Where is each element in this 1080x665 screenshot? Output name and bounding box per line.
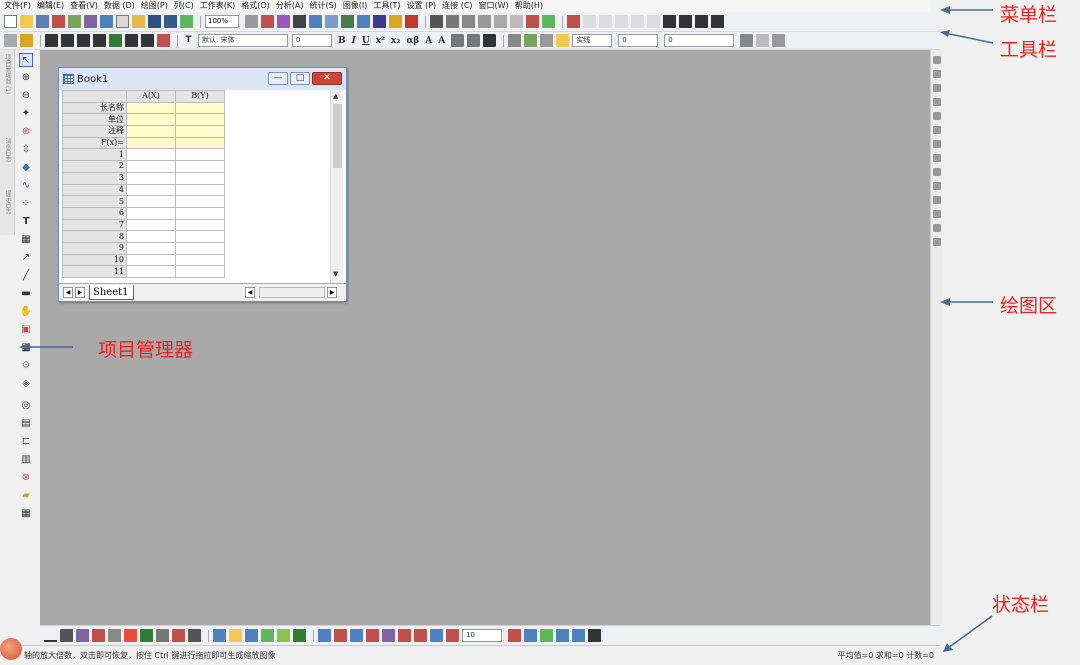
annotation-arrows	[19, 6, 994, 652]
arrowhead-toolbar	[940, 30, 950, 37]
arrowhead-plotarea	[940, 298, 950, 306]
arrowhead-statusbar	[943, 643, 953, 652]
arrow-statusbar	[947, 615, 993, 649]
origin-app-window: 文件(F) 编辑(E) 查看(V) 数据 (D) 绘图(P) 列(C) 工作表(…	[0, 0, 1080, 665]
arrow-toolbar	[944, 32, 994, 44]
arrowhead-menubar	[940, 6, 950, 14]
arrowhead-project-manager	[19, 343, 29, 351]
